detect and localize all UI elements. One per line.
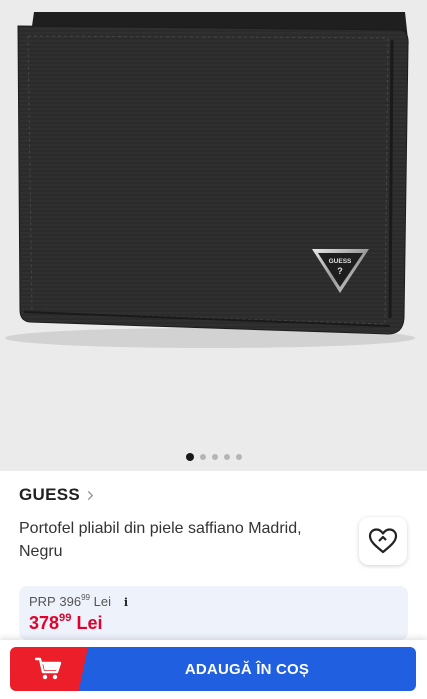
chevron-right-icon: [88, 490, 94, 500]
current-price: 378 99 Lei: [29, 612, 103, 634]
svg-text:GUESS: GUESS: [329, 258, 352, 265]
product-image-gallery[interactable]: GUESS ?: [0, 0, 427, 471]
gallery-dot-2[interactable]: [199, 454, 206, 460]
gallery-dot-3[interactable]: [211, 454, 218, 460]
gallery-pagination[interactable]: [0, 452, 427, 462]
info-icon[interactable]: i: [119, 595, 133, 609]
prp-label: PRP: [29, 594, 56, 609]
price-int: 378: [29, 613, 60, 633]
price-box: PRP 396 99 Lei i 378 99 Lei: [19, 586, 408, 640]
price-currency: Lei: [76, 613, 103, 633]
price-dec: 99: [59, 612, 72, 624]
add-to-cart-label[interactable]: ADAUGĂ ÎN COȘ: [78, 647, 416, 691]
heart-icon: [368, 528, 398, 554]
brand-link[interactable]: GUESS: [19, 484, 95, 506]
gallery-dot-5[interactable]: [235, 454, 242, 460]
cart-section[interactable]: [10, 647, 88, 691]
brand-name[interactable]: GUESS: [19, 485, 80, 505]
add-to-cart-button[interactable]: ADAUGĂ ÎN COȘ: [10, 647, 416, 691]
favorite-button[interactable]: [359, 517, 407, 565]
recommended-price: PRP 396 99 Lei i: [29, 593, 133, 609]
product-image: GUESS ?: [0, 0, 427, 471]
prp-int: 396: [59, 594, 82, 609]
prp-currency: Lei: [93, 594, 111, 609]
svg-text:?: ?: [337, 266, 343, 276]
cart-icon: [35, 657, 62, 680]
prp-dec: 99: [81, 593, 91, 602]
product-title: Portofel pliabil din piele saffiano Madr…: [19, 520, 302, 560]
gallery-dot-1[interactable]: [185, 453, 194, 461]
gallery-dot-4[interactable]: [223, 454, 230, 460]
